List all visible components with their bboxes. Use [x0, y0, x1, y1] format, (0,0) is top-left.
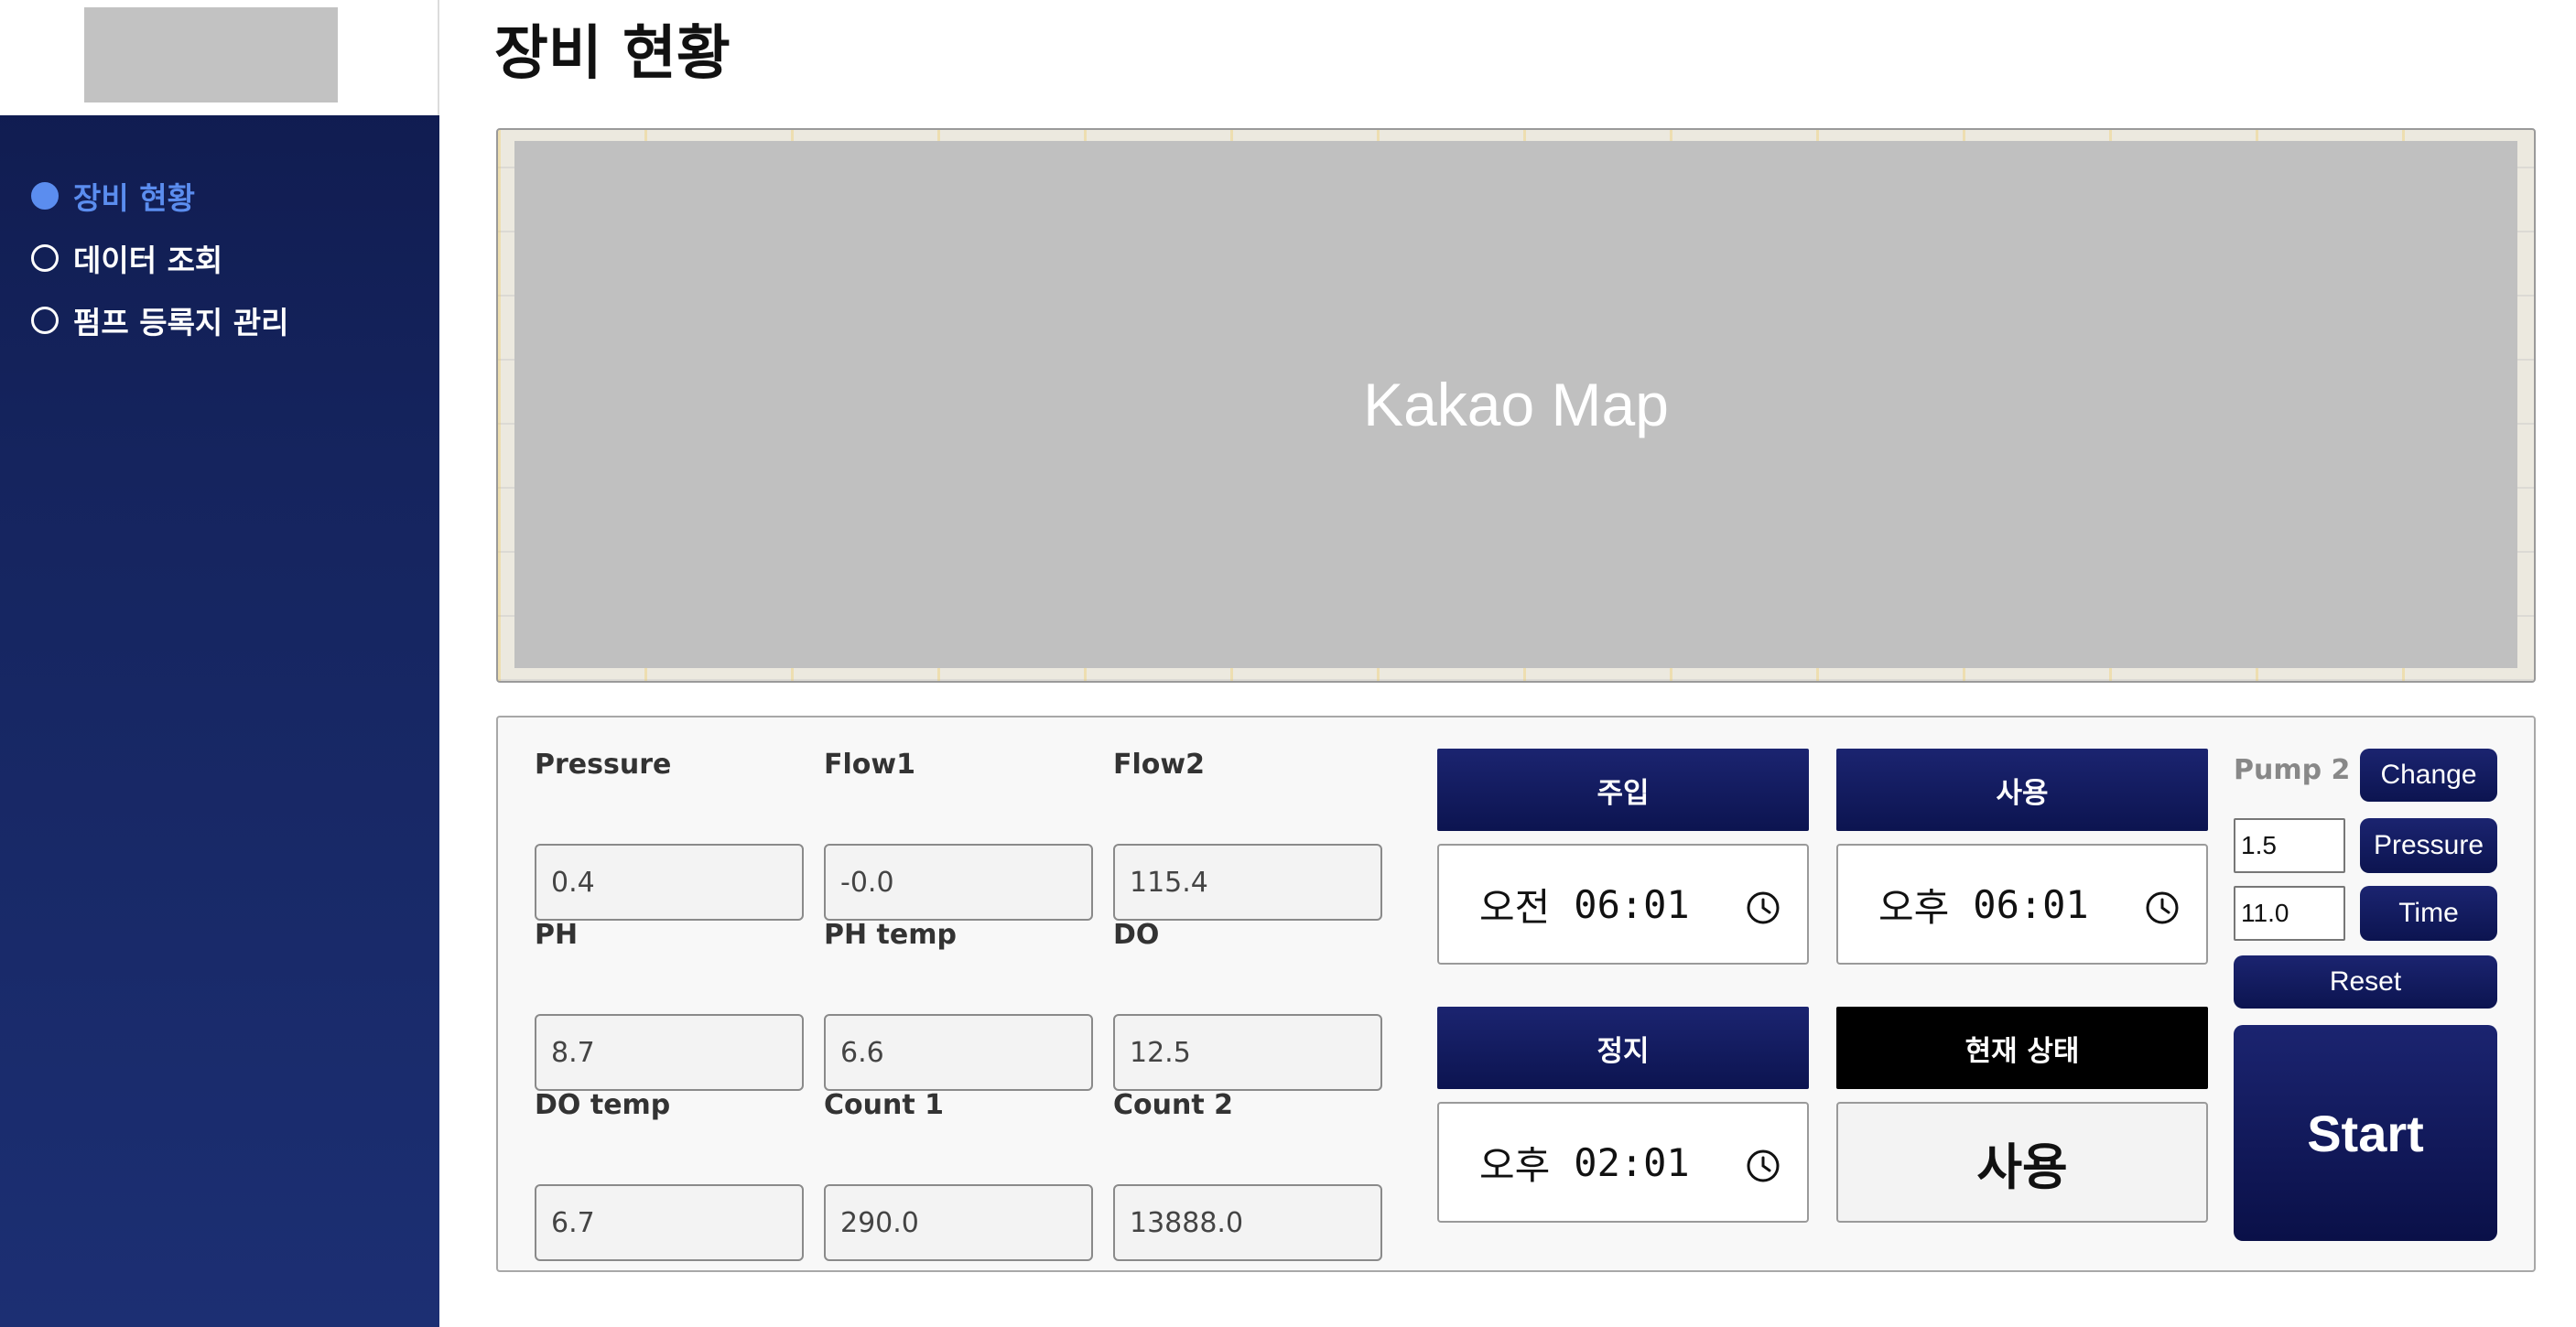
sidebar-item-equipment-status[interactable]: 장비 현황 — [31, 165, 289, 227]
sensor-count1: Count 1 — [824, 1087, 1093, 1261]
radio-icon — [31, 244, 59, 272]
ampm-label: 오후 — [1479, 1142, 1551, 1188]
pressure-button[interactable]: Pressure — [2360, 818, 2497, 873]
sensor-do: DO — [1113, 917, 1382, 1091]
start-button[interactable]: Start — [2234, 1025, 2497, 1241]
radio-icon — [31, 182, 59, 210]
count1-field[interactable] — [824, 1184, 1093, 1261]
ph-field[interactable] — [535, 1014, 804, 1091]
time-button[interactable]: Time — [2360, 886, 2497, 941]
use-time-input[interactable]: 오후 06:01 — [1836, 844, 2208, 965]
pump-label: Pump 2 — [2234, 754, 2351, 786]
clock-icon[interactable] — [1745, 890, 1781, 926]
reset-button[interactable]: Reset — [2234, 955, 2497, 1009]
use-header: 사용 — [1836, 749, 2208, 831]
do-temp-field[interactable] — [535, 1184, 804, 1261]
ampm-label: 오전 — [1479, 884, 1551, 930]
sensor-pressure: Pressure — [535, 747, 804, 921]
flow1-field[interactable] — [824, 844, 1093, 921]
time-value: 02:01 — [1574, 1139, 1690, 1185]
flow2-field[interactable] — [1113, 844, 1382, 921]
change-button[interactable]: Change — [2360, 749, 2497, 802]
inject-time-input[interactable]: 오전 06:01 — [1437, 844, 1809, 965]
sensor-label: PH temp — [824, 919, 957, 951]
stop-header: 정지 — [1437, 1007, 1809, 1089]
count2-field[interactable] — [1113, 1184, 1382, 1261]
map-label: Kakao Map — [1363, 371, 1669, 438]
clock-icon[interactable] — [1745, 1148, 1781, 1184]
sensor-label: Pressure — [535, 749, 672, 781]
sidebar-item-data-query[interactable]: 데이터 조회 — [31, 227, 289, 289]
sidebar-item-label: 데이터 조회 — [73, 243, 223, 278]
sidebar-item-label: 장비 현황 — [73, 180, 195, 216]
current-status-header: 현재 상태 — [1836, 1007, 2208, 1089]
sensor-flow2: Flow2 — [1113, 747, 1382, 921]
time-value: 06:01 — [1574, 881, 1690, 927]
ampm-label: 오후 — [1878, 884, 1950, 930]
sidebar: 장비 현황 데이터 조회 펌프 등록지 관리 — [0, 0, 439, 1327]
sidebar-nav: 장비 현황 데이터 조회 펌프 등록지 관리 — [31, 165, 289, 351]
radio-icon — [31, 307, 59, 334]
pressure-field[interactable] — [535, 844, 804, 921]
clock-icon[interactable] — [2144, 890, 2181, 926]
sensor-label: DO temp — [535, 1089, 671, 1121]
sensor-label: Count 2 — [1113, 1089, 1234, 1121]
do-field[interactable] — [1113, 1014, 1382, 1091]
sensor-label: PH — [535, 919, 579, 951]
current-status-value: 사용 — [1836, 1102, 2208, 1223]
map-frame[interactable]: Kakao Map — [496, 128, 2536, 683]
inject-header: 주입 — [1437, 749, 1809, 831]
time-setpoint-input[interactable] — [2234, 886, 2345, 941]
map-placeholder: Kakao Map — [514, 141, 2517, 668]
sensor-label: Count 1 — [824, 1089, 945, 1121]
sidebar-item-label: 펌프 등록지 관리 — [73, 305, 289, 340]
logo-area — [0, 0, 439, 115]
sensor-do-temp: DO temp — [535, 1087, 804, 1261]
sensor-count2: Count 2 — [1113, 1087, 1382, 1261]
sensor-ph-temp: PH temp — [824, 917, 1093, 1091]
sensor-label: Flow1 — [824, 749, 915, 781]
logo — [84, 7, 338, 102]
page-title: 장비 현황 — [494, 20, 731, 88]
stop-time-input[interactable]: 오후 02:01 — [1437, 1102, 1809, 1223]
sidebar-item-pump-site-management[interactable]: 펌프 등록지 관리 — [31, 289, 289, 351]
sensor-ph: PH — [535, 917, 804, 1091]
time-value: 06:01 — [1973, 881, 2089, 927]
sensor-flow1: Flow1 — [824, 747, 1093, 921]
pressure-setpoint-input[interactable] — [2234, 818, 2345, 873]
sensor-label: Flow2 — [1113, 749, 1205, 781]
ph-temp-field[interactable] — [824, 1014, 1093, 1091]
sensor-label: DO — [1113, 919, 1160, 951]
control-panel: Pressure Flow1 Flow2 PH PH temp DO DO te… — [496, 716, 2536, 1272]
